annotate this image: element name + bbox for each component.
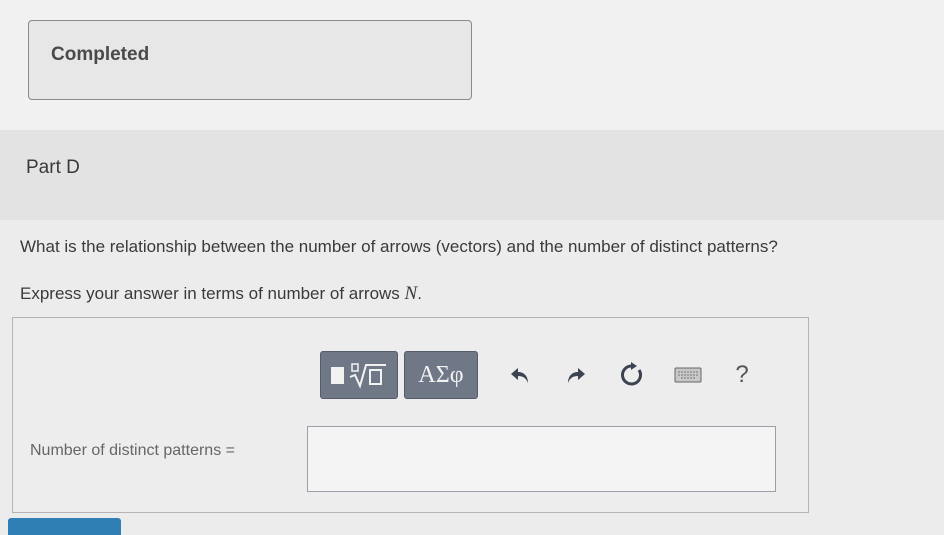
keyboard-button[interactable]	[668, 355, 708, 395]
radical-template-icon	[330, 366, 344, 384]
completed-banner: Completed	[28, 20, 472, 100]
instruction-text: Express your answer in terms of number o…	[20, 283, 422, 305]
redo-icon	[568, 368, 585, 383]
instruction-suffix: .	[417, 284, 422, 303]
instruction-prefix: Express your answer in terms of number o…	[20, 284, 405, 303]
completed-label: Completed	[51, 44, 150, 65]
instruction-variable: N	[404, 283, 418, 304]
keyboard-icon	[674, 367, 702, 383]
part-title: Part D	[26, 157, 80, 178]
answer-input[interactable]	[307, 426, 776, 492]
redo-button[interactable]	[556, 355, 596, 395]
math-toolbar: ΑΣφ ?	[320, 350, 762, 400]
answer-label: Number of distinct patterns =	[30, 442, 235, 459]
help-button[interactable]: ?	[722, 355, 762, 395]
reset-icon	[621, 362, 642, 386]
submit-button[interactable]	[8, 518, 121, 535]
part-header	[0, 130, 944, 220]
question-text: What is the relationship between the num…	[20, 237, 778, 256]
square-root-icon	[349, 363, 386, 389]
undo-button[interactable]	[500, 355, 540, 395]
template-button[interactable]	[320, 351, 398, 399]
reset-button[interactable]	[612, 355, 652, 395]
greek-symbols-button[interactable]: ΑΣφ	[404, 351, 478, 399]
undo-icon	[511, 368, 528, 383]
